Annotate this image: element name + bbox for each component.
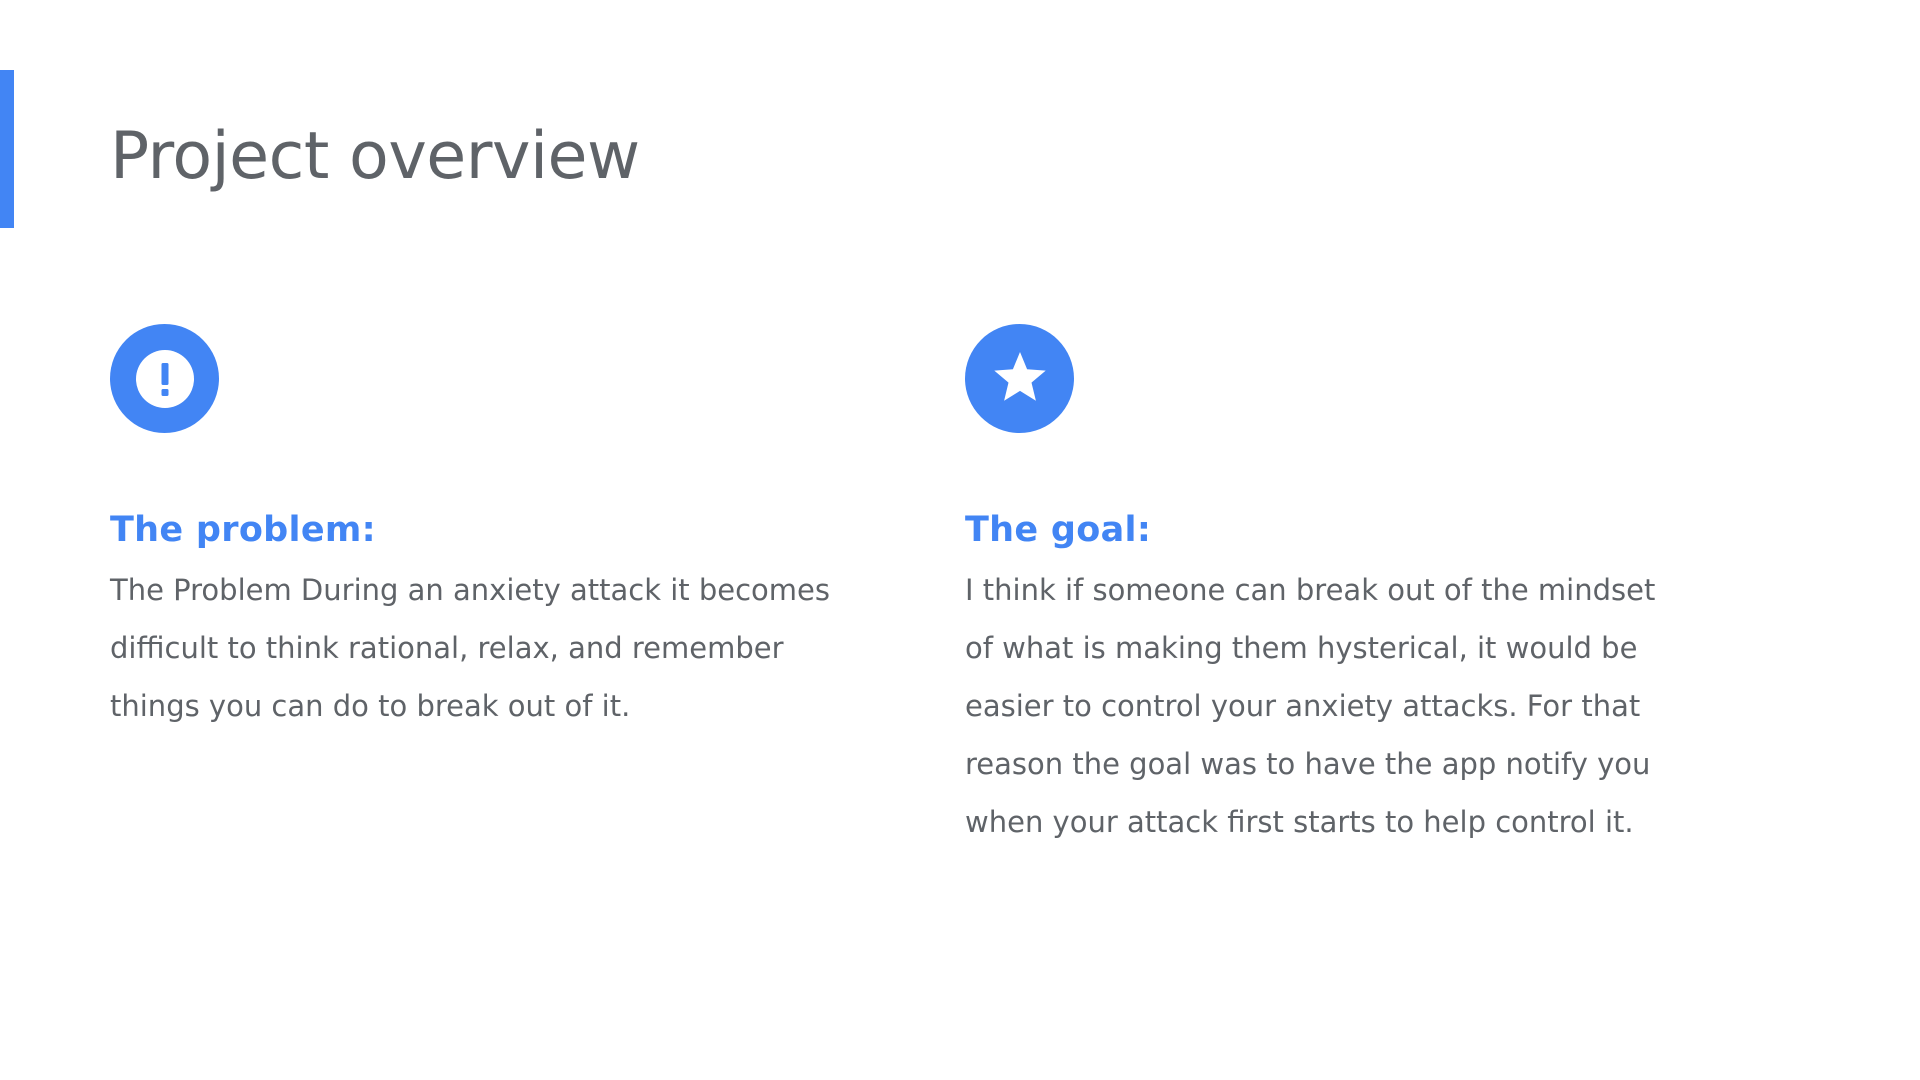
exclamation-icon: [110, 324, 219, 433]
slide: Project overview The problem: The Proble…: [0, 0, 1920, 1080]
problem-section: The problem: The Problem During an anxie…: [110, 324, 870, 735]
goal-section: The goal: I think if someone can break o…: [965, 324, 1725, 851]
problem-body: The Problem During an anxiety attack it …: [110, 573, 830, 723]
page-title: Project overview: [110, 119, 640, 194]
accent-bar: [0, 70, 14, 228]
goal-body: I think if someone can break out of the …: [965, 573, 1656, 839]
star-icon: [965, 324, 1074, 433]
problem-heading: The problem:: [110, 510, 376, 550]
goal-heading: The goal:: [965, 510, 1152, 550]
